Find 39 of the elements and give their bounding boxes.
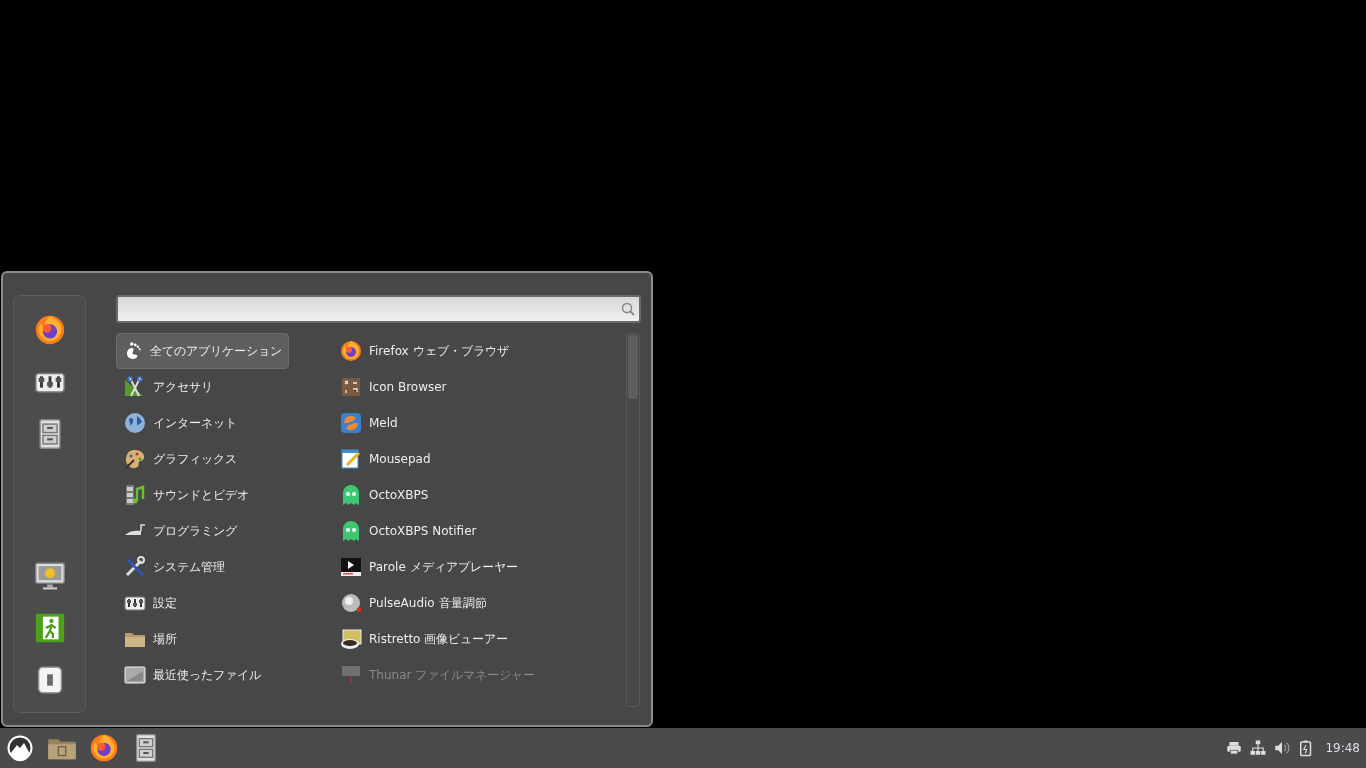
- category-item[interactable]: インターネット: [116, 405, 289, 441]
- taskbar-launcher[interactable]: [88, 732, 120, 764]
- network-icon: [1249, 739, 1268, 757]
- notepad-pencil-icon: [339, 447, 363, 471]
- category-item[interactable]: システム管理: [116, 549, 289, 585]
- application-item[interactable]: PulseAudio 音量調節: [332, 585, 626, 621]
- tools-icon: [123, 555, 147, 579]
- category-item[interactable]: アクセサリ: [116, 369, 289, 405]
- photo-cup-icon: [339, 627, 363, 651]
- category-item[interactable]: 場所: [116, 621, 289, 657]
- application-item[interactable]: Ristretto 画像ビューアー: [332, 621, 626, 657]
- application-item[interactable]: Icon Browser: [332, 369, 626, 405]
- search-field[interactable]: [116, 295, 641, 323]
- application-item[interactable]: Firefox ウェブ・ブラウザ: [332, 333, 626, 369]
- category-item[interactable]: 最近使ったファイル: [116, 657, 289, 693]
- globe-icon: [123, 411, 147, 435]
- application-item[interactable]: OctoXBPS Notifier: [332, 513, 626, 549]
- application-item[interactable]: Meld: [332, 405, 626, 441]
- search-icon: [621, 302, 635, 316]
- category-item[interactable]: 全てのアプリケーション: [116, 333, 289, 369]
- swirl-icon: [339, 411, 363, 435]
- category-item[interactable]: 設定: [116, 585, 289, 621]
- mountain-logo-icon: [6, 734, 34, 762]
- palette-icon: [123, 447, 147, 471]
- category-item[interactable]: サウンドとビデオ: [116, 477, 289, 513]
- speaker-sphere-icon: [339, 591, 363, 615]
- play-screen-icon: [339, 555, 363, 579]
- application-item[interactable]: OctoXBPS: [332, 477, 626, 513]
- firefox-icon: [339, 339, 363, 363]
- film-music-icon: [123, 483, 147, 507]
- application-item[interactable]: Parole メディアプレーヤー: [332, 549, 626, 585]
- document-icon: [123, 663, 147, 687]
- category-item[interactable]: グラフィックス: [116, 441, 289, 477]
- clock: 19:48: [1325, 741, 1360, 755]
- firefox-icon: [88, 732, 120, 764]
- printer-icon: [1225, 739, 1244, 757]
- category-item[interactable]: プログラミング: [116, 513, 289, 549]
- icon-grid-icon: [339, 375, 363, 399]
- application-item[interactable]: Mousepad: [332, 441, 626, 477]
